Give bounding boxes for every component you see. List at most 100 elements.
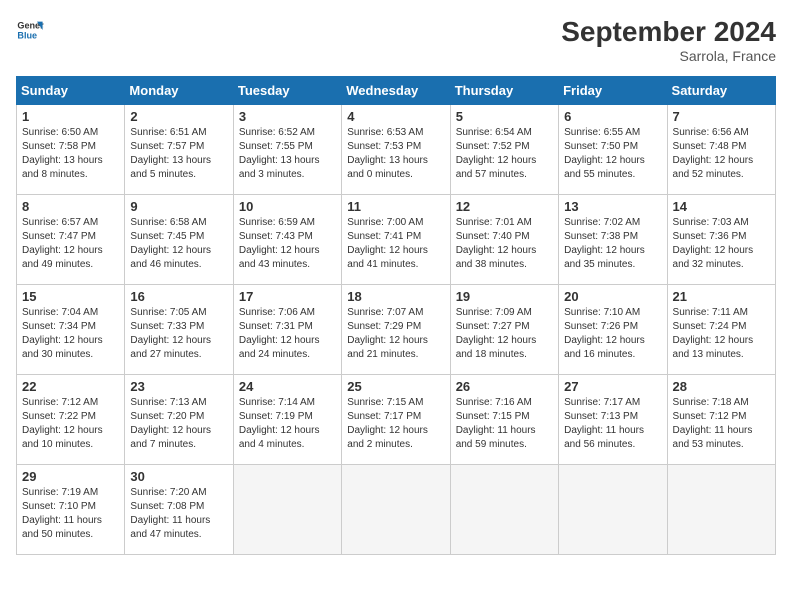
day-info: Sunrise: 7:09 AMSunset: 7:27 PMDaylight:… bbox=[456, 306, 553, 362]
day-number: 5 bbox=[456, 109, 553, 124]
calendar-cell: 7 Sunrise: 6:56 AMSunset: 7:48 PMDaylight… bbox=[667, 105, 775, 195]
day-number: 11 bbox=[347, 199, 444, 214]
day-info: Sunrise: 7:20 AMSunset: 7:08 PMDaylight:… bbox=[130, 486, 227, 542]
calendar-week-row: 8 Sunrise: 6:57 AMSunset: 7:47 PMDaylight… bbox=[17, 195, 776, 285]
day-number: 19 bbox=[456, 289, 553, 304]
calendar-cell: 11 Sunrise: 7:00 AMSunset: 7:41 PMDayligh… bbox=[342, 195, 450, 285]
calendar-week-row: 15Sunrise: 7:04 AMSunset: 7:34 PMDayligh… bbox=[17, 285, 776, 375]
calendar-cell bbox=[559, 465, 667, 555]
calendar-cell: 4 Sunrise: 6:53 AMSunset: 7:53 PMDaylight… bbox=[342, 105, 450, 195]
day-info: Sunrise: 7:19 AMSunset: 7:10 PMDaylight:… bbox=[22, 486, 119, 542]
day-number: 10 bbox=[239, 199, 336, 214]
day-info: Sunrise: 7:05 AMSunset: 7:33 PMDaylight:… bbox=[130, 306, 227, 362]
day-info: Sunrise: 6:50 AMSunset: 7:58 PMDaylight:… bbox=[22, 126, 119, 182]
calendar-cell: 13 Sunrise: 7:02 AMSunset: 7:38 PMDayligh… bbox=[559, 195, 667, 285]
day-number: 3 bbox=[239, 109, 336, 124]
day-number: 22 bbox=[22, 379, 119, 394]
day-info: Sunrise: 7:02 AMSunset: 7:38 PMDaylight:… bbox=[564, 216, 661, 272]
day-number: 25 bbox=[347, 379, 444, 394]
calendar-cell: 16 Sunrise: 7:05 AMSunset: 7:33 PMDayligh… bbox=[125, 285, 233, 375]
calendar-cell: 15Sunrise: 7:04 AMSunset: 7:34 PMDayligh… bbox=[17, 285, 125, 375]
day-info: Sunrise: 7:12 AMSunset: 7:22 PMDaylight:… bbox=[22, 396, 119, 452]
day-info: Sunrise: 6:55 AMSunset: 7:50 PMDaylight:… bbox=[564, 126, 661, 182]
calendar-cell: 25 Sunrise: 7:15 AMSunset: 7:17 PMDayligh… bbox=[342, 375, 450, 465]
day-info: Sunrise: 6:53 AMSunset: 7:53 PMDaylight:… bbox=[347, 126, 444, 182]
calendar-cell: 1 Sunrise: 6:50 AMSunset: 7:58 PMDaylight… bbox=[17, 105, 125, 195]
calendar-cell: 2Sunrise: 6:51 AMSunset: 7:57 PMDaylight… bbox=[125, 105, 233, 195]
day-number: 20 bbox=[564, 289, 661, 304]
day-info: Sunrise: 7:14 AMSunset: 7:19 PMDaylight:… bbox=[239, 396, 336, 452]
day-info: Sunrise: 7:16 AMSunset: 7:15 PMDaylight:… bbox=[456, 396, 553, 452]
logo-icon: General Blue bbox=[16, 16, 44, 44]
day-number: 16 bbox=[130, 289, 227, 304]
day-number: 13 bbox=[564, 199, 661, 214]
calendar-cell: 9 Sunrise: 6:58 AMSunset: 7:45 PMDaylight… bbox=[125, 195, 233, 285]
calendar-cell: 19 Sunrise: 7:09 AMSunset: 7:27 PMDayligh… bbox=[450, 285, 558, 375]
day-number: 8 bbox=[22, 199, 119, 214]
day-number: 18 bbox=[347, 289, 444, 304]
header: General Blue September 2024 Sarrola, Fra… bbox=[16, 16, 776, 64]
calendar-cell bbox=[450, 465, 558, 555]
day-info: Sunrise: 6:58 AMSunset: 7:45 PMDaylight:… bbox=[130, 216, 227, 272]
title-area: September 2024 Sarrola, France bbox=[561, 16, 776, 64]
day-info: Sunrise: 7:17 AMSunset: 7:13 PMDaylight:… bbox=[564, 396, 661, 452]
day-info: Sunrise: 6:56 AMSunset: 7:48 PMDaylight:… bbox=[673, 126, 770, 182]
header-wednesday: Wednesday bbox=[342, 77, 450, 105]
day-number: 6 bbox=[564, 109, 661, 124]
calendar-cell: 6 Sunrise: 6:55 AMSunset: 7:50 PMDaylight… bbox=[559, 105, 667, 195]
day-number: 21 bbox=[673, 289, 770, 304]
calendar-cell: 30 Sunrise: 7:20 AMSunset: 7:08 PMDayligh… bbox=[125, 465, 233, 555]
day-number: 4 bbox=[347, 109, 444, 124]
day-number: 24 bbox=[239, 379, 336, 394]
calendar-cell: 28 Sunrise: 7:18 AMSunset: 7:12 PMDayligh… bbox=[667, 375, 775, 465]
day-info: Sunrise: 6:54 AMSunset: 7:52 PMDaylight:… bbox=[456, 126, 553, 182]
day-info: Sunrise: 6:52 AMSunset: 7:55 PMDaylight:… bbox=[239, 126, 336, 182]
day-number: 1 bbox=[22, 109, 119, 124]
day-number: 27 bbox=[564, 379, 661, 394]
calendar-week-row: 22 Sunrise: 7:12 AMSunset: 7:22 PMDayligh… bbox=[17, 375, 776, 465]
day-number: 29 bbox=[22, 469, 119, 484]
month-year-title: September 2024 bbox=[561, 16, 776, 48]
day-info: Sunrise: 6:59 AMSunset: 7:43 PMDaylight:… bbox=[239, 216, 336, 272]
day-info: Sunrise: 7:18 AMSunset: 7:12 PMDaylight:… bbox=[673, 396, 770, 452]
day-number: 30 bbox=[130, 469, 227, 484]
header-friday: Friday bbox=[559, 77, 667, 105]
calendar-cell: 22 Sunrise: 7:12 AMSunset: 7:22 PMDayligh… bbox=[17, 375, 125, 465]
day-number: 15 bbox=[22, 289, 119, 304]
day-number: 23 bbox=[130, 379, 227, 394]
calendar-cell: 18Sunrise: 7:07 AMSunset: 7:29 PMDayligh… bbox=[342, 285, 450, 375]
header-saturday: Saturday bbox=[667, 77, 775, 105]
calendar-cell: 21 Sunrise: 7:11 AMSunset: 7:24 PMDayligh… bbox=[667, 285, 775, 375]
calendar-cell: 27 Sunrise: 7:17 AMSunset: 7:13 PMDayligh… bbox=[559, 375, 667, 465]
svg-text:Blue: Blue bbox=[17, 30, 37, 40]
calendar-cell bbox=[667, 465, 775, 555]
calendar-cell: 12Sunrise: 7:01 AMSunset: 7:40 PMDayligh… bbox=[450, 195, 558, 285]
day-number: 14 bbox=[673, 199, 770, 214]
day-number: 9 bbox=[130, 199, 227, 214]
calendar-cell: 26 Sunrise: 7:16 AMSunset: 7:15 PMDayligh… bbox=[450, 375, 558, 465]
calendar-cell bbox=[233, 465, 341, 555]
location-subtitle: Sarrola, France bbox=[561, 48, 776, 64]
day-info: Sunrise: 7:11 AMSunset: 7:24 PMDaylight:… bbox=[673, 306, 770, 362]
day-info: Sunrise: 7:13 AMSunset: 7:20 PMDaylight:… bbox=[130, 396, 227, 452]
day-info: Sunrise: 7:00 AMSunset: 7:41 PMDaylight:… bbox=[347, 216, 444, 272]
day-info: Sunrise: 7:03 AMSunset: 7:36 PMDaylight:… bbox=[673, 216, 770, 272]
calendar-cell: 24 Sunrise: 7:14 AMSunset: 7:19 PMDayligh… bbox=[233, 375, 341, 465]
day-number: 28 bbox=[673, 379, 770, 394]
calendar-cell: 17 Sunrise: 7:06 AMSunset: 7:31 PMDayligh… bbox=[233, 285, 341, 375]
calendar-week-row: 1 Sunrise: 6:50 AMSunset: 7:58 PMDaylight… bbox=[17, 105, 776, 195]
day-number: 26 bbox=[456, 379, 553, 394]
calendar-cell: 23 Sunrise: 7:13 AMSunset: 7:20 PMDayligh… bbox=[125, 375, 233, 465]
day-info: Sunrise: 7:06 AMSunset: 7:31 PMDaylight:… bbox=[239, 306, 336, 362]
day-number: 17 bbox=[239, 289, 336, 304]
calendar-week-row: 29 Sunrise: 7:19 AMSunset: 7:10 PMDayligh… bbox=[17, 465, 776, 555]
day-number: 7 bbox=[673, 109, 770, 124]
header-monday: Monday bbox=[125, 77, 233, 105]
day-info: Sunrise: 7:01 AMSunset: 7:40 PMDaylight:… bbox=[456, 216, 553, 272]
calendar-cell: 14 Sunrise: 7:03 AMSunset: 7:36 PMDayligh… bbox=[667, 195, 775, 285]
day-info: Sunrise: 6:57 AMSunset: 7:47 PMDaylight:… bbox=[22, 216, 119, 272]
day-info: Sunrise: 7:10 AMSunset: 7:26 PMDaylight:… bbox=[564, 306, 661, 362]
day-info: Sunrise: 7:15 AMSunset: 7:17 PMDaylight:… bbox=[347, 396, 444, 452]
calendar-cell: 29 Sunrise: 7:19 AMSunset: 7:10 PMDayligh… bbox=[17, 465, 125, 555]
calendar-cell: 20 Sunrise: 7:10 AMSunset: 7:26 PMDayligh… bbox=[559, 285, 667, 375]
